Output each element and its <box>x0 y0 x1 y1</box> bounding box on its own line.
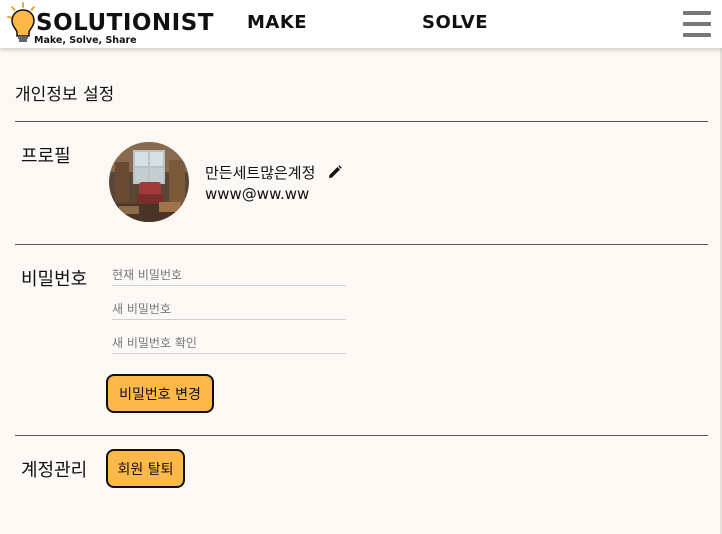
change-password-button[interactable]: 비밀번호 변경 <box>106 374 214 413</box>
top-header: SOLUTIONIST Make, Solve, Share MAKE SOLV… <box>0 0 722 48</box>
account-section-label: 계정관리 <box>21 460 88 481</box>
hamburger-menu-icon[interactable] <box>683 11 711 37</box>
divider <box>15 435 708 436</box>
divider <box>15 121 708 122</box>
pencil-icon[interactable] <box>328 165 342 179</box>
current-password-input[interactable] <box>112 265 346 286</box>
new-password-input[interactable] <box>112 299 346 320</box>
nav-make-link[interactable]: MAKE <box>247 12 307 33</box>
logo-tagline: Make, Solve, Share <box>34 35 137 46</box>
password-section-label: 비밀번호 <box>21 269 88 290</box>
profile-name: 만든세트많은계정 <box>205 164 316 182</box>
withdraw-account-button[interactable]: 회원 탈퇴 <box>106 449 185 488</box>
profile-email: www@ww.ww <box>205 185 310 203</box>
divider <box>15 244 708 245</box>
solutionist-logo[interactable]: SOLUTIONIST Make, Solve, Share <box>6 2 214 46</box>
avatar-image <box>109 142 189 222</box>
confirm-password-input[interactable] <box>112 333 346 354</box>
nav-solve-link[interactable]: SOLVE <box>422 12 488 33</box>
page-title: 개인정보 설정 <box>15 85 115 105</box>
avatar[interactable] <box>109 142 189 222</box>
profile-section-label: 프로필 <box>21 146 71 167</box>
logo-wordmark: SOLUTIONIST <box>36 10 214 36</box>
